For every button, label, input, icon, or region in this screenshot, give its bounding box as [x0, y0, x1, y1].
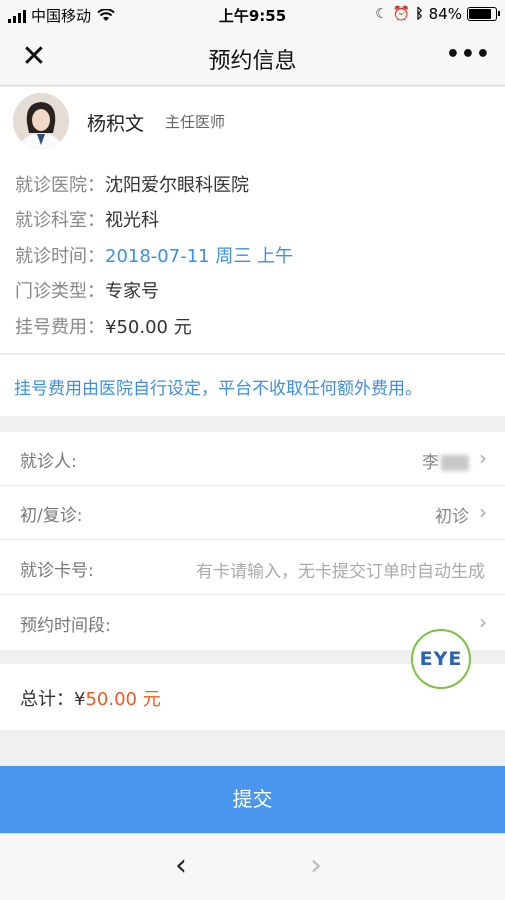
bluetooth-icon: ᛒ [415, 6, 424, 22]
battery-percent: 84% [428, 5, 462, 23]
moon-icon: ☾ [375, 6, 388, 22]
card-number-row: 就诊卡号: 有卡请输入，无卡提交订单时自动生成 [0, 541, 505, 595]
redacted-text [441, 455, 469, 471]
browser-toolbar: ‹ › [0, 833, 505, 900]
chevron-right-icon: › [479, 446, 487, 470]
doctor-photo [13, 93, 69, 149]
battery-icon [467, 7, 500, 21]
info-value: 2018-07-11 周三 上午 [105, 246, 294, 267]
info-row-clinic-type: 门诊类型： 专家号 [15, 277, 159, 303]
doctor-card: 杨积文 主任医师 就诊医院： 沈阳爱尔眼科医院 就诊科室： 视光科 就诊时间： … [0, 87, 505, 353]
eye-logo-badge[interactable]: EYE [411, 629, 471, 689]
info-row-time: 就诊时间： 2018-07-11 周三 上午 [15, 242, 293, 268]
info-label: 门诊类型： [15, 281, 105, 302]
patient-value: 李 [422, 448, 469, 473]
battery-level [469, 9, 491, 19]
info-value: 专家号 [105, 281, 159, 302]
total-line: 总计：¥50.00 元 [20, 685, 161, 711]
chevron-right-icon: › [479, 610, 487, 634]
visit-type-value: 初诊 [435, 507, 469, 527]
info-row-department: 就诊科室： 视光科 [15, 206, 159, 232]
card-number-input[interactable]: 有卡请输入，无卡提交订单时自动生成 [196, 557, 485, 582]
time-slot-label: 预约时间段: [20, 616, 111, 636]
info-row-fee: 挂号费用： ¥50.00 元 [15, 313, 192, 339]
doctor-avatar [13, 93, 69, 149]
info-value: 沈阳爱尔眼科医院 [105, 175, 249, 196]
back-arrow-icon[interactable]: ‹ [175, 848, 187, 883]
doctor-title: 主任医师 [165, 113, 226, 131]
info-value: 视光科 [105, 210, 159, 231]
patient-name: 李 [422, 453, 439, 473]
card-number-label: 就诊卡号: [20, 561, 94, 581]
forward-arrow-icon[interactable]: › [310, 848, 322, 883]
info-value: ¥50.00 元 [105, 317, 192, 338]
more-options-icon[interactable]: ••• [446, 42, 491, 67]
patient-label: 就诊人: [20, 452, 77, 472]
doctor-name: 杨积文 [87, 113, 145, 135]
info-label: 就诊时间： [15, 246, 105, 267]
info-label: 就诊医院： [15, 175, 105, 196]
info-label: 就诊科室： [15, 210, 105, 231]
submit-button[interactable]: 提交 [0, 766, 505, 833]
chevron-right-icon: › [479, 500, 487, 524]
visit-type-row[interactable]: 初/复诊: 初诊 › [0, 486, 505, 540]
page-title: 预约信息 [208, 49, 297, 74]
status-bar: 中国移动 上午9:55 ☾ ⏰ ᛒ 84% [0, 0, 505, 30]
alarm-icon: ⏰ [392, 6, 411, 22]
nav-bar: ✕ 预约信息 ••• [0, 30, 505, 86]
total-label: 总计： [20, 689, 74, 710]
booking-form: 就诊人: 李 › 初/复诊: 初诊 › 就诊卡号: 有卡请输入，无卡提交订单时自… [0, 432, 505, 650]
fee-notice: 挂号费用由医院自行设定，平台不收取任何额外费用。 [0, 354, 505, 416]
patient-row[interactable]: 就诊人: 李 › [0, 432, 505, 486]
info-label: 挂号费用： [15, 317, 105, 338]
visit-type-label: 初/复诊: [20, 506, 83, 526]
info-row-hospital: 就诊医院： 沈阳爱尔眼科医院 [15, 171, 249, 197]
total-amount: 50.00 元 [85, 689, 161, 710]
total-currency: ¥ [74, 689, 86, 710]
status-right: ☾ ⏰ ᛒ 84% [375, 5, 500, 23]
notice-text: 挂号费用由医院自行设定，平台不收取任何额外费用。 [14, 379, 422, 399]
